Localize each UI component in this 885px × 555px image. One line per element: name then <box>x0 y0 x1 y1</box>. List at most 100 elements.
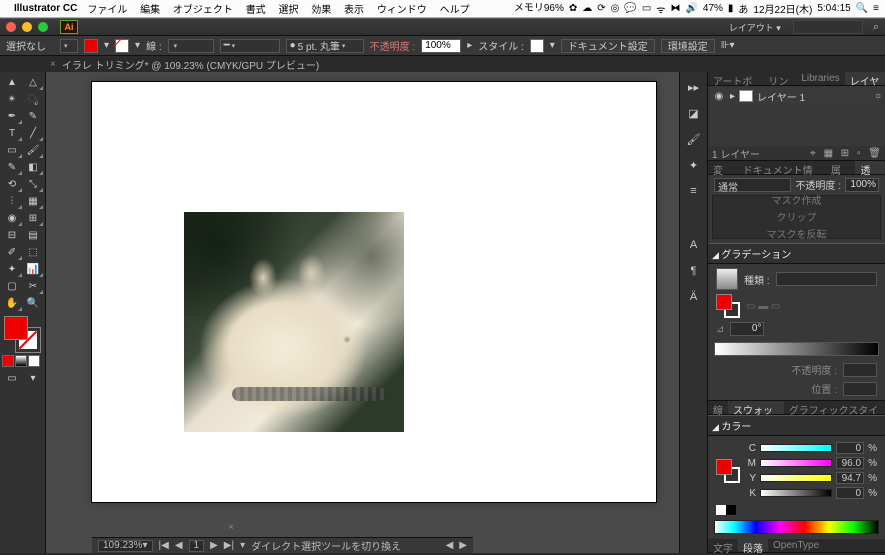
selection-tool[interactable]: ▲ <box>2 74 22 90</box>
ime-icon[interactable]: あ <box>738 1 748 16</box>
workspace-switcher[interactable]: レイアウト ▾ <box>729 21 781 34</box>
artboard-tool[interactable]: ▢ <box>2 278 22 294</box>
expand-icon[interactable]: ▸ <box>730 91 735 102</box>
yellow-slider[interactable] <box>760 474 832 482</box>
paintbrush-tool[interactable]: 🖌 <box>23 142 43 158</box>
line-tool[interactable]: ╱ <box>23 125 43 141</box>
shape-builder-tool[interactable]: ◉ <box>2 210 22 226</box>
artboard-nav-next-icon[interactable]: ▶ <box>210 540 218 551</box>
gradient-preview[interactable] <box>716 268 738 290</box>
width-tool[interactable]: ⫶ <box>2 193 22 209</box>
circle-icon[interactable]: ◎ <box>611 3 620 14</box>
sync-icon[interactable]: ⟳ <box>597 3 605 14</box>
make-clip-icon[interactable]: ▦ <box>824 148 833 159</box>
pen-tool[interactable]: ✒ <box>2 108 22 124</box>
gradient-panel-title[interactable]: ◢ グラデーション <box>708 243 885 264</box>
trans-opacity-field[interactable]: 100% <box>845 178 879 192</box>
grad-position-field[interactable] <box>843 382 877 396</box>
menu-type[interactable]: 書式 <box>246 5 266 16</box>
search-icon[interactable]: ⌕ <box>873 21 879 34</box>
tab-attr[interactable]: 属性 <box>826 161 856 174</box>
yellow-field[interactable]: 94.7 <box>836 472 864 484</box>
dock-color-icon[interactable]: ◪ <box>684 104 704 122</box>
tab-artboards[interactable]: アートボード <box>708 72 763 85</box>
close-tab-icon[interactable]: × <box>50 59 56 70</box>
screen-mode-dropdown[interactable]: ▾ <box>23 370 43 386</box>
dock-brushes-icon[interactable]: 🖌 <box>684 130 704 148</box>
spotlight-icon[interactable]: 🔍 <box>856 3 868 14</box>
slice-tool[interactable]: ✂ <box>23 278 43 294</box>
black-slider[interactable] <box>760 489 832 497</box>
cyan-field[interactable]: 0 <box>836 442 864 454</box>
wifi-icon[interactable]: ᯤ <box>656 2 665 16</box>
volume-icon[interactable]: 🔊 <box>685 3 697 14</box>
rotate-tool[interactable]: ⟲ <box>2 176 22 192</box>
invert-checkbox[interactable]: マスクを反転 <box>767 226 827 241</box>
blend-mode-dropdown[interactable]: 通常 <box>714 178 791 192</box>
document-tab[interactable]: イラレ トリミング* @ 109.23% (CMYK/GPU プレビュー) <box>62 57 319 72</box>
gradient-tool[interactable]: ▤ <box>23 227 43 243</box>
symbol-sprayer-tool[interactable]: ✦ <box>2 261 22 277</box>
dock-stroke-icon[interactable]: ≡ <box>684 182 704 200</box>
tab-swatches[interactable]: スウォッチ <box>728 401 784 414</box>
perspective-tool[interactable]: ⊞ <box>23 210 43 226</box>
delete-layer-icon[interactable]: 🗑 <box>868 148 881 159</box>
tab-docinfo[interactable]: ドキュメント情報 <box>738 161 826 174</box>
gradient-mode-icon[interactable] <box>15 355 27 367</box>
visibility-icon[interactable]: ◉ <box>712 91 726 102</box>
graph-tool[interactable]: 📊 <box>23 261 43 277</box>
dock-glyph-icon[interactable]: Ä <box>684 288 704 306</box>
grad-opacity-field[interactable] <box>843 363 877 377</box>
menu-edit[interactable]: 編集 <box>140 5 160 16</box>
cyan-slider[interactable] <box>760 444 832 452</box>
color-spectrum[interactable] <box>714 520 879 534</box>
black-field[interactable]: 0 <box>836 487 864 499</box>
tab-links[interactable]: リンク <box>763 72 796 85</box>
scale-tool[interactable]: ⤡ <box>23 176 43 192</box>
fill-dropdown-icon[interactable]: ▾ <box>104 40 109 51</box>
color-fillstroke[interactable] <box>716 459 740 483</box>
artboard-nav-first-icon[interactable]: |◀ <box>159 540 169 551</box>
zoom-tool[interactable]: 🔍 <box>23 295 43 311</box>
tab-transparency[interactable]: 透明 <box>855 161 885 174</box>
tab-paragraph[interactable]: 段落 <box>738 539 768 552</box>
magic-wand-tool[interactable]: ✴ <box>2 91 22 107</box>
artboard-nav-prev-icon[interactable]: ◀ <box>175 540 183 551</box>
tab-graphic-styles[interactable]: グラフィックスタイル <box>784 401 885 414</box>
canvas[interactable]: × 109.23% ▾ |◀ ◀ 1 ▶ ▶| ▾ ダイレクト選択ツールを切り換… <box>46 72 679 553</box>
artboard-nav-last-icon[interactable]: ▶| <box>224 540 234 551</box>
direct-selection-tool[interactable]: △ <box>23 74 43 90</box>
menubar-time[interactable]: 5:04:15 <box>817 3 850 14</box>
placed-image-dog[interactable] <box>184 212 404 432</box>
tab-opentype[interactable]: OpenType <box>768 539 824 552</box>
layer-name[interactable]: レイヤー 1 <box>757 89 805 104</box>
cloud-icon[interactable]: ☁ <box>582 3 592 14</box>
artboard-field[interactable]: 1 <box>189 540 205 552</box>
make-mask-button[interactable]: マスク作成 <box>772 192 822 207</box>
type-tool[interactable]: T <box>2 125 22 141</box>
gradient-fillstroke[interactable] <box>716 294 740 318</box>
search-help-field[interactable] <box>793 20 863 34</box>
layer-thumbnail[interactable] <box>739 90 753 102</box>
menu-object[interactable]: オブジェクト <box>173 5 233 16</box>
dock-symbols-icon[interactable]: ✦ <box>684 156 704 174</box>
menu-select[interactable]: 選択 <box>278 5 298 16</box>
new-layer-icon[interactable]: ▫ <box>857 148 861 159</box>
evernote-icon[interactable]: ✿ <box>569 3 577 14</box>
shaper-tool[interactable]: ✎ <box>2 159 22 175</box>
color-panel-title[interactable]: ◢ カラー <box>708 415 885 436</box>
profile-dropdown[interactable]: ━▾ <box>220 39 280 53</box>
bluetooth-icon[interactable]: ⧓ <box>670 3 680 14</box>
fill-color[interactable] <box>4 316 28 340</box>
rectangle-tool[interactable]: ▭ <box>2 142 22 158</box>
eyedropper-tool[interactable]: ✐ <box>2 244 22 260</box>
none-bw-swatches[interactable] <box>716 505 736 515</box>
gradient-type-dropdown[interactable] <box>776 272 877 286</box>
menu-window[interactable]: ウィンドウ <box>377 5 427 16</box>
tab-layers[interactable]: レイヤー <box>845 72 885 85</box>
scroll-left-icon[interactable]: ◀ <box>446 540 454 551</box>
menu-effect[interactable]: 効果 <box>311 5 331 16</box>
screen-mode-normal[interactable]: ▭ <box>2 370 22 386</box>
fill-swatch[interactable] <box>84 39 98 53</box>
tab-libraries[interactable]: Libraries <box>796 72 844 85</box>
